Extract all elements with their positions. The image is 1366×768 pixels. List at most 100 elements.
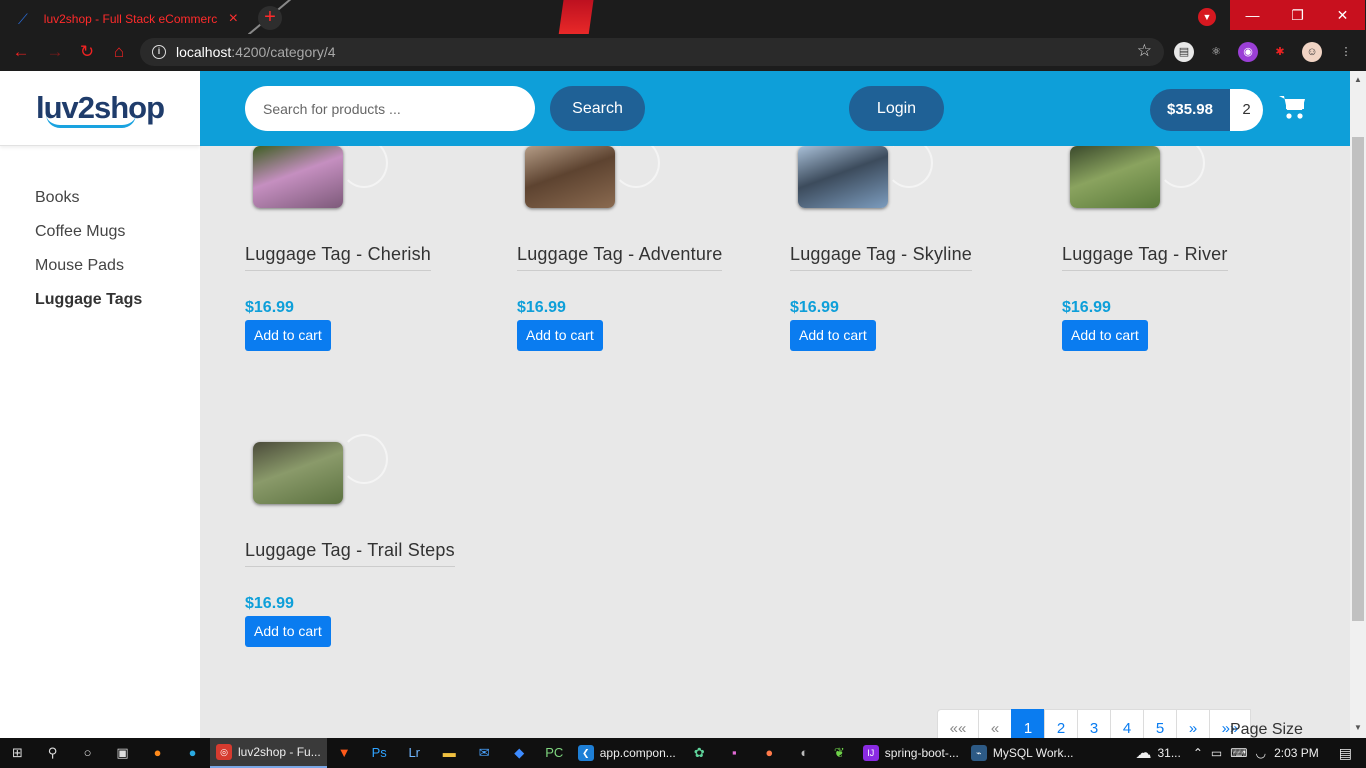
login-button[interactable]: Login	[849, 86, 944, 131]
edge-icon[interactable]: ●	[175, 738, 210, 768]
product-price: $16.99	[245, 595, 294, 612]
taskbar-app-chrome[interactable]: ◎ luv2shop - Fu...	[210, 738, 327, 768]
shopping-cart-icon[interactable]	[1278, 93, 1306, 121]
home-icon[interactable]: ⌂	[108, 41, 130, 63]
bookmark-star-icon[interactable]: ☆	[1137, 41, 1152, 61]
mail-icon[interactable]: ✉	[467, 738, 502, 768]
add-to-cart-button[interactable]: Add to cart	[245, 616, 331, 647]
cortana-icon[interactable]: ○	[70, 738, 105, 768]
product-image[interactable]	[790, 146, 940, 210]
extension-docs-icon[interactable]: ▤	[1174, 42, 1194, 62]
header-bar: Search Login $35.98 2	[200, 71, 1350, 146]
tag-photo	[798, 146, 888, 208]
category-mouse-pads[interactable]: Mouse Pads	[35, 257, 142, 291]
browser-titlebar: ⟋ luv2shop - Full Stack eCommerce × + ▼ …	[0, 0, 1366, 34]
extension-purple-icon[interactable]: ◉	[1238, 42, 1258, 62]
scroll-down-icon[interactable]: ▼	[1353, 723, 1363, 733]
windows-start-icon[interactable]: ⊞	[0, 738, 35, 768]
taskbar-app-intellij[interactable]: IJ spring-boot-...	[857, 738, 965, 768]
lightroom-icon[interactable]: Lr	[397, 738, 432, 768]
category-coffee-mugs[interactable]: Coffee Mugs	[35, 223, 142, 257]
pycharm-icon[interactable]: PC	[537, 738, 572, 768]
product-name[interactable]: Luggage Tag - Trail Steps	[245, 540, 455, 567]
product-price: $16.99	[245, 299, 294, 316]
browser-menu-icon[interactable]: ⋮	[1336, 42, 1356, 62]
reload-icon[interactable]: ↻	[76, 41, 98, 63]
taskbar-app-vscode[interactable]: ❮ app.compon...	[572, 738, 682, 768]
profile-indicator-icon[interactable]: ▼	[1198, 8, 1216, 26]
postman-icon[interactable]: ●	[752, 738, 787, 768]
product-image[interactable]	[245, 434, 395, 506]
category-books[interactable]: Books	[35, 189, 142, 223]
notifications-icon[interactable]: ▤	[1339, 745, 1352, 762]
product-image[interactable]	[517, 146, 667, 210]
minimize-button[interactable]: —	[1230, 0, 1275, 30]
tab-close-icon[interactable]: ×	[229, 10, 238, 28]
tray-chevron-icon[interactable]: ⌃	[1193, 746, 1203, 760]
product-image[interactable]	[1062, 146, 1212, 210]
page-scrollbar[interactable]: ▲ ▼	[1350, 71, 1366, 738]
address-bar[interactable]: i localhost:4200/category/4 ☆	[140, 38, 1164, 66]
product-name[interactable]: Luggage Tag - River	[1062, 244, 1228, 271]
task-view-icon[interactable]: ▣	[105, 738, 140, 768]
firefox-icon[interactable]: ●	[140, 738, 175, 768]
category-menu: Books Coffee Mugs Mouse Pads Luggage Tag…	[35, 189, 142, 325]
terminal-icon[interactable]: ▪	[717, 738, 752, 768]
eclipse-icon[interactable]: ◐	[787, 738, 822, 768]
product-price: $16.99	[790, 299, 839, 316]
gitkraken-icon[interactable]: ✿	[682, 738, 717, 768]
profile-avatar[interactable]: ☺	[1302, 42, 1322, 62]
keyboard-icon[interactable]: ⌨	[1230, 746, 1247, 760]
add-to-cart-button[interactable]: Add to cart	[790, 320, 876, 351]
tab-title: luv2shop - Full Stack eCommerce	[43, 12, 217, 26]
product-image[interactable]	[245, 146, 395, 210]
react-devtools-icon[interactable]: ⚛	[1206, 42, 1226, 62]
new-tab-button[interactable]: +	[258, 6, 282, 30]
forward-arrow-icon[interactable]: →	[44, 41, 66, 63]
spring-tools-icon[interactable]: ❦	[822, 738, 857, 768]
search-button[interactable]: Search	[550, 86, 645, 131]
add-to-cart-button[interactable]: Add to cart	[517, 320, 603, 351]
weather-temperature[interactable]: 31...	[1157, 746, 1180, 760]
search-icon[interactable]: ⚲	[35, 738, 70, 768]
scroll-up-icon[interactable]: ▲	[1353, 75, 1363, 85]
product-name[interactable]: Luggage Tag - Adventure	[517, 244, 723, 271]
product-name[interactable]: Luggage Tag - Skyline	[790, 244, 972, 271]
back-arrow-icon[interactable]: ←	[10, 41, 32, 63]
product-card: Luggage Tag - Trail Steps $16.99 Add to …	[245, 434, 505, 647]
weather-cloud-icon[interactable]: ☁	[1135, 743, 1151, 763]
file-explorer-icon[interactable]: ▬	[432, 738, 467, 768]
url-path: :4200/category/4	[231, 44, 336, 60]
dropbox-icon[interactable]: ◆	[502, 738, 537, 768]
tag-photo	[1070, 146, 1160, 208]
luv2shop-logo[interactable]: luv2shop	[36, 90, 165, 128]
site-info-icon[interactable]: i	[152, 45, 166, 59]
tag-photo	[525, 146, 615, 208]
scroll-thumb[interactable]	[1352, 137, 1364, 621]
vscode-icon: ❮	[577, 745, 594, 761]
search-input[interactable]	[245, 86, 535, 131]
network-icon[interactable]: ◡	[1256, 746, 1266, 760]
taskbar-app-mysql[interactable]: ⌁ MySQL Work...	[965, 738, 1080, 768]
cart-total[interactable]: $35.98	[1150, 89, 1230, 131]
cart-quantity[interactable]: 2	[1230, 89, 1263, 131]
category-luggage-tags[interactable]: Luggage Tags	[35, 291, 142, 325]
add-to-cart-button[interactable]: Add to cart	[245, 320, 331, 351]
battery-icon[interactable]: ▭	[1211, 746, 1222, 760]
extensions-puzzle-icon[interactable]: ✱	[1270, 42, 1290, 62]
add-to-cart-button[interactable]: Add to cart	[1062, 320, 1148, 351]
close-window-button[interactable]: ✕	[1320, 0, 1365, 30]
tag-photo	[253, 442, 343, 504]
brave-icon[interactable]: ▼	[327, 738, 362, 768]
browser-tab[interactable]: ⟋ luv2shop - Full Stack eCommerce ×	[8, 4, 248, 34]
product-name[interactable]: Luggage Tag - Cherish	[245, 244, 431, 271]
logo-swoosh	[45, 114, 136, 128]
taskbar-app-label: MySQL Work...	[992, 746, 1074, 760]
system-tray: ☁ 31... ⌃ ▭ ⌨ ◡ 2:03 PM ▤	[1135, 738, 1366, 768]
taskbar-clock[interactable]: 2:03 PM	[1274, 746, 1319, 760]
mysql-icon: ⌁	[970, 745, 987, 761]
logo-area[interactable]: luv2shop	[0, 71, 200, 146]
taskbar-app-label: luv2shop - Fu...	[238, 745, 321, 759]
restore-button[interactable]: ❐	[1275, 0, 1320, 30]
photoshop-icon[interactable]: Ps	[362, 738, 397, 768]
